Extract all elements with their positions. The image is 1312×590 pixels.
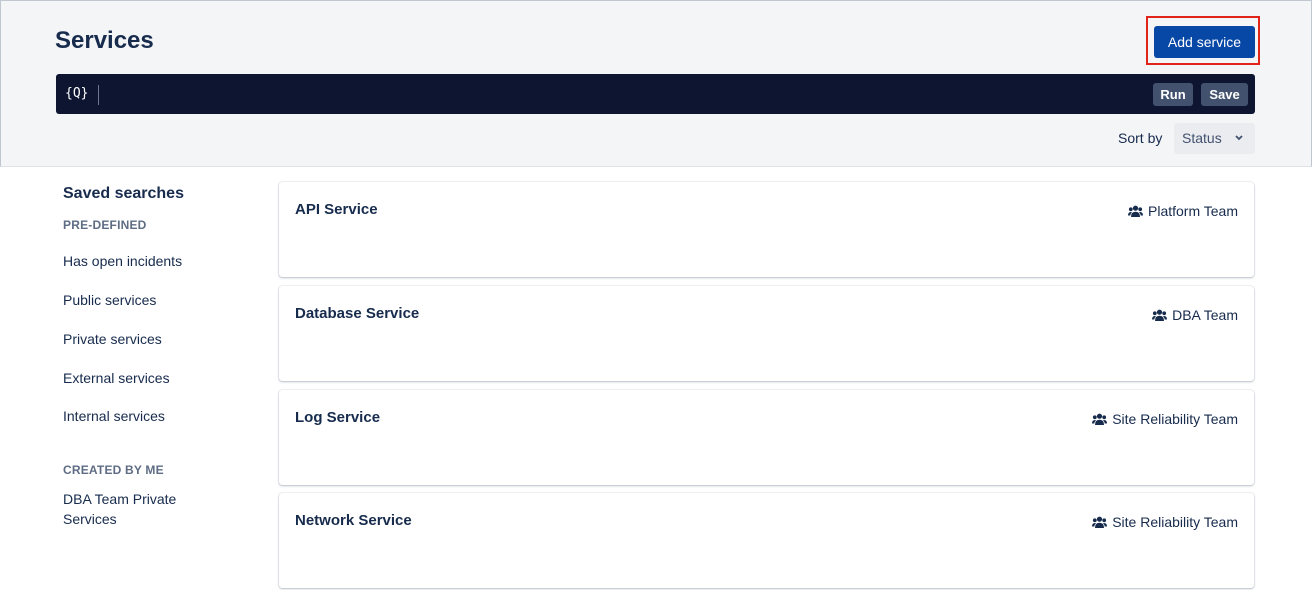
sort-label: Sort by (1118, 130, 1163, 146)
saved-search-private-services[interactable]: Private services (63, 329, 162, 349)
chevron-down-icon (1234, 128, 1244, 151)
service-team: Site Reliability Team (1092, 411, 1238, 427)
saved-search-external-services[interactable]: External services (63, 368, 170, 388)
query-bar[interactable]: {Q} Run Save (56, 74, 1255, 114)
service-name[interactable]: API Service (295, 201, 378, 218)
service-team: Site Reliability Team (1092, 514, 1238, 530)
add-service-button[interactable]: Add service (1154, 26, 1255, 58)
predefined-group-label: PRE-DEFINED (63, 218, 147, 232)
team-icon (1092, 413, 1108, 425)
query-input-caret (98, 85, 99, 105)
saved-search-public-services[interactable]: Public services (63, 290, 156, 310)
service-name[interactable]: Network Service (295, 512, 412, 529)
created-by-me-group-label: CREATED BY ME (63, 463, 164, 477)
service-name[interactable]: Log Service (295, 409, 380, 426)
team-icon (1128, 205, 1143, 217)
team-icon (1152, 309, 1168, 321)
team-name: Platform Team (1148, 203, 1238, 219)
team-name: DBA Team (1172, 307, 1238, 323)
service-team: DBA Team (1152, 307, 1238, 323)
saved-search-has-open-incidents[interactable]: Has open incidents (63, 251, 182, 271)
sort-select[interactable]: Status (1174, 123, 1255, 154)
page-header: Services Add service {Q} Run Save Sort b… (0, 0, 1312, 167)
query-icon: {Q} (65, 86, 89, 101)
service-card[interactable]: API Service Platform Team (279, 182, 1254, 277)
service-card[interactable]: Log Service Site Reliability Team (279, 390, 1254, 485)
page-title: Services (55, 27, 154, 54)
service-card[interactable]: Network Service Site Reliability Team (279, 493, 1254, 588)
service-card[interactable]: Database Service DBA Team (279, 286, 1254, 381)
run-button[interactable]: Run (1153, 83, 1193, 106)
saved-search-internal-services[interactable]: Internal services (63, 406, 165, 426)
save-query-button[interactable]: Save (1201, 83, 1248, 106)
sidebar-title: Saved searches (63, 185, 184, 202)
saved-search-dba-team-private[interactable]: DBA Team Private Services (63, 489, 213, 529)
team-name: Site Reliability Team (1112, 411, 1238, 427)
team-name: Site Reliability Team (1112, 514, 1238, 530)
team-icon (1092, 516, 1108, 528)
service-team: Platform Team (1128, 203, 1238, 219)
service-name[interactable]: Database Service (295, 305, 419, 322)
sort-value: Status (1182, 130, 1222, 146)
